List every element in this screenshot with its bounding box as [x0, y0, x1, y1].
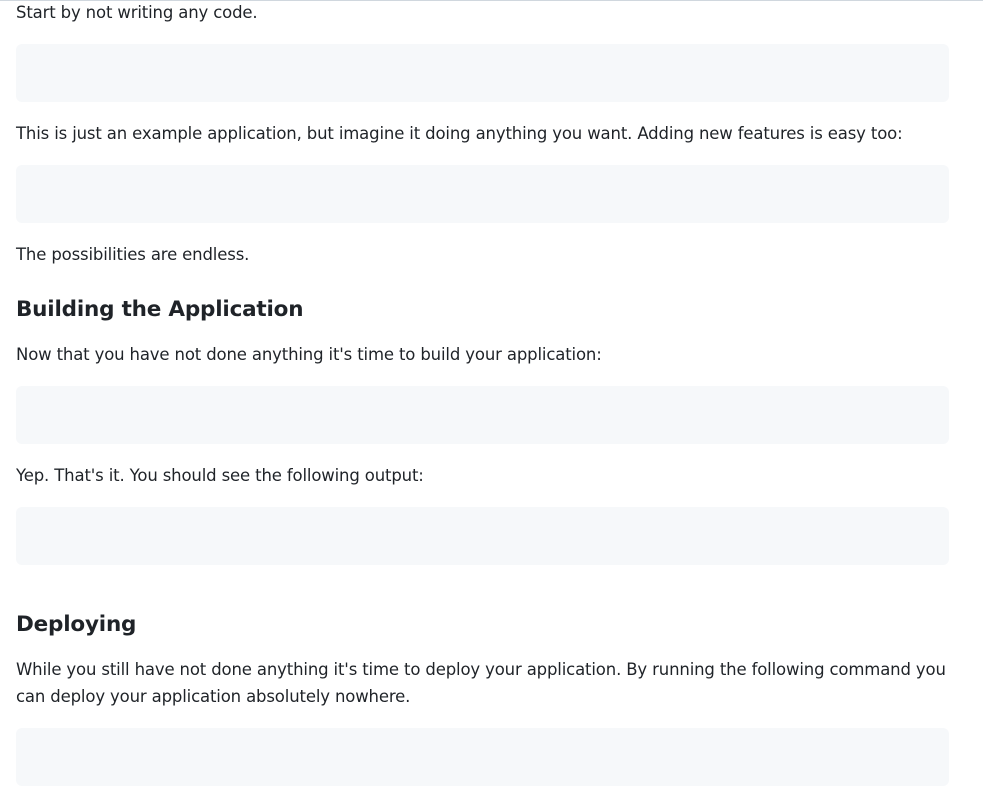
building-heading: Building the Application — [16, 297, 304, 322]
deploying-heading: Deploying — [16, 612, 137, 637]
intro-paragraph: Start by not writing any code. — [16, 3, 258, 22]
example-paragraph: This is just an example application, but… — [16, 124, 903, 143]
code-block-2[interactable] — [16, 165, 949, 223]
code-block-3[interactable] — [16, 386, 949, 444]
code-block-1[interactable] — [16, 44, 949, 102]
deploying-paragraph: While you still have not done anything i… — [16, 660, 946, 706]
possibilities-paragraph: The possibilities are endless. — [16, 245, 250, 264]
code-block-4[interactable] — [16, 507, 949, 565]
code-block-5[interactable] — [16, 728, 949, 786]
output-paragraph: Yep. That's it. You should see the follo… — [16, 466, 424, 485]
building-paragraph: Now that you have not done anything it's… — [16, 345, 602, 364]
